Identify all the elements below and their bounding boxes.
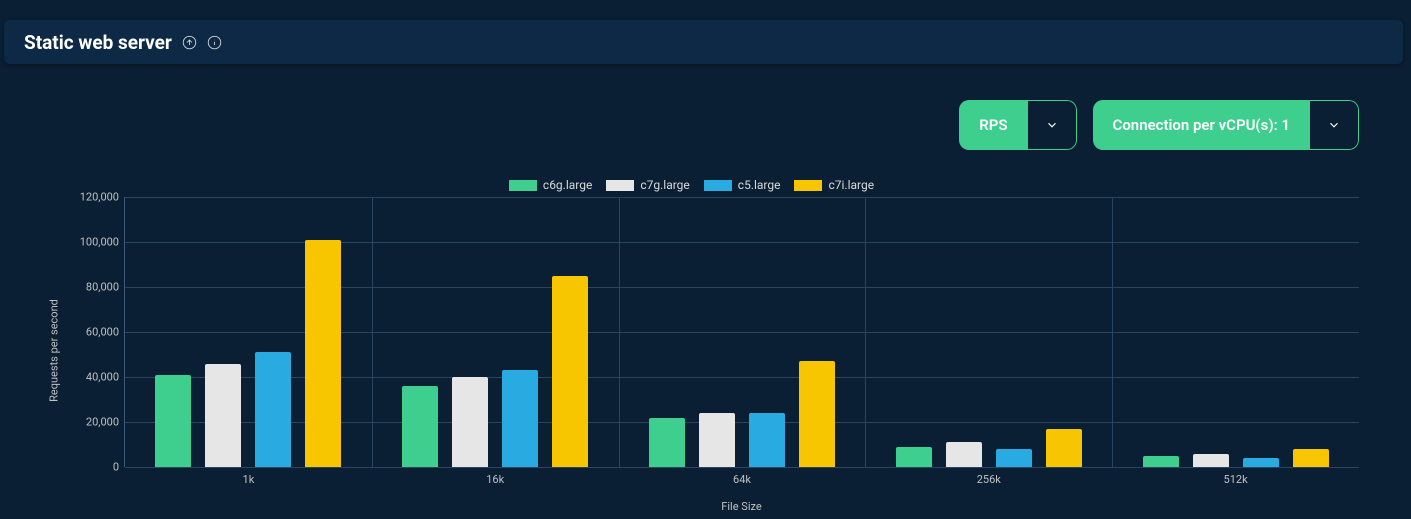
chevron-down-icon (1045, 118, 1059, 132)
plot-area: 020,00040,00060,00080,000100,000120,0001… (124, 197, 1359, 467)
bar[interactable] (1243, 458, 1279, 467)
legend-swatch (794, 180, 822, 191)
x-axis-label: File Size (124, 500, 1359, 513)
bar[interactable] (402, 386, 438, 467)
y-tick-label: 100,000 (80, 236, 119, 249)
bar[interactable] (155, 375, 191, 467)
gridline (125, 197, 1359, 198)
connection-dropdown-chevron (1310, 100, 1359, 150)
y-tick-label: 80,000 (86, 281, 119, 294)
bar[interactable] (749, 413, 785, 467)
bar[interactable] (699, 413, 735, 467)
info-icon[interactable] (207, 35, 222, 50)
y-tick-label: 40,000 (86, 371, 119, 384)
legend: c6g.large c7g.large c5.large c7i.large (24, 175, 1359, 195)
legend-item[interactable]: c6g.large (509, 178, 592, 192)
chart-controls: RPS Connection per vCPU(s): 1 (959, 100, 1359, 150)
metric-dropdown-label: RPS (959, 100, 1027, 150)
bar[interactable] (255, 352, 291, 467)
connection-dropdown-label: Connection per vCPU(s): 1 (1093, 100, 1310, 150)
legend-label: c7g.large (640, 178, 689, 192)
bar[interactable] (205, 364, 241, 468)
bar[interactable] (996, 449, 1032, 467)
legend-swatch (704, 180, 732, 191)
chevron-down-icon (1327, 118, 1341, 132)
y-tick-label: 120,000 (80, 191, 119, 204)
legend-label: c5.large (738, 178, 781, 192)
connection-dropdown[interactable]: Connection per vCPU(s): 1 (1093, 100, 1359, 150)
vline (619, 197, 620, 467)
metric-dropdown[interactable]: RPS (959, 100, 1076, 150)
vline (372, 197, 373, 467)
bar[interactable] (452, 377, 488, 467)
y-tick-label: 60,000 (86, 326, 119, 339)
bar[interactable] (1193, 454, 1229, 468)
bar[interactable] (946, 442, 982, 467)
x-tick-label: 512k (1224, 473, 1248, 486)
chart: c6g.large c7g.large c5.large c7i.large Requ… (24, 175, 1359, 513)
legend-swatch (606, 180, 634, 191)
upload-icon[interactable] (182, 35, 197, 50)
x-tick-label: 64k (733, 473, 751, 486)
bar[interactable] (1046, 429, 1082, 467)
vline (1112, 197, 1113, 467)
bar[interactable] (1293, 449, 1329, 467)
bar[interactable] (552, 276, 588, 467)
bar[interactable] (305, 240, 341, 467)
y-tick-label: 0 (113, 461, 119, 474)
metric-dropdown-chevron (1028, 100, 1077, 150)
legend-item[interactable]: c7g.large (606, 178, 689, 192)
legend-swatch (509, 180, 537, 191)
y-axis-label: Requests per second (48, 299, 61, 402)
bar[interactable] (896, 447, 932, 467)
vline (865, 197, 866, 467)
legend-item[interactable]: c7i.large (794, 178, 874, 192)
page-title: Static web server (24, 31, 172, 54)
x-tick-label: 1k (243, 473, 255, 486)
bar[interactable] (799, 361, 835, 467)
gridline (125, 467, 1359, 468)
bar[interactable] (1143, 456, 1179, 467)
legend-item[interactable]: c5.large (704, 178, 781, 192)
legend-label: c7i.large (828, 178, 874, 192)
bar[interactable] (649, 418, 685, 468)
panel-header: Static web server (4, 20, 1403, 64)
y-tick-label: 20,000 (86, 416, 119, 429)
bar[interactable] (502, 370, 538, 467)
x-tick-label: 256k (977, 473, 1001, 486)
legend-label: c6g.large (543, 178, 592, 192)
x-tick-label: 16k (486, 473, 504, 486)
